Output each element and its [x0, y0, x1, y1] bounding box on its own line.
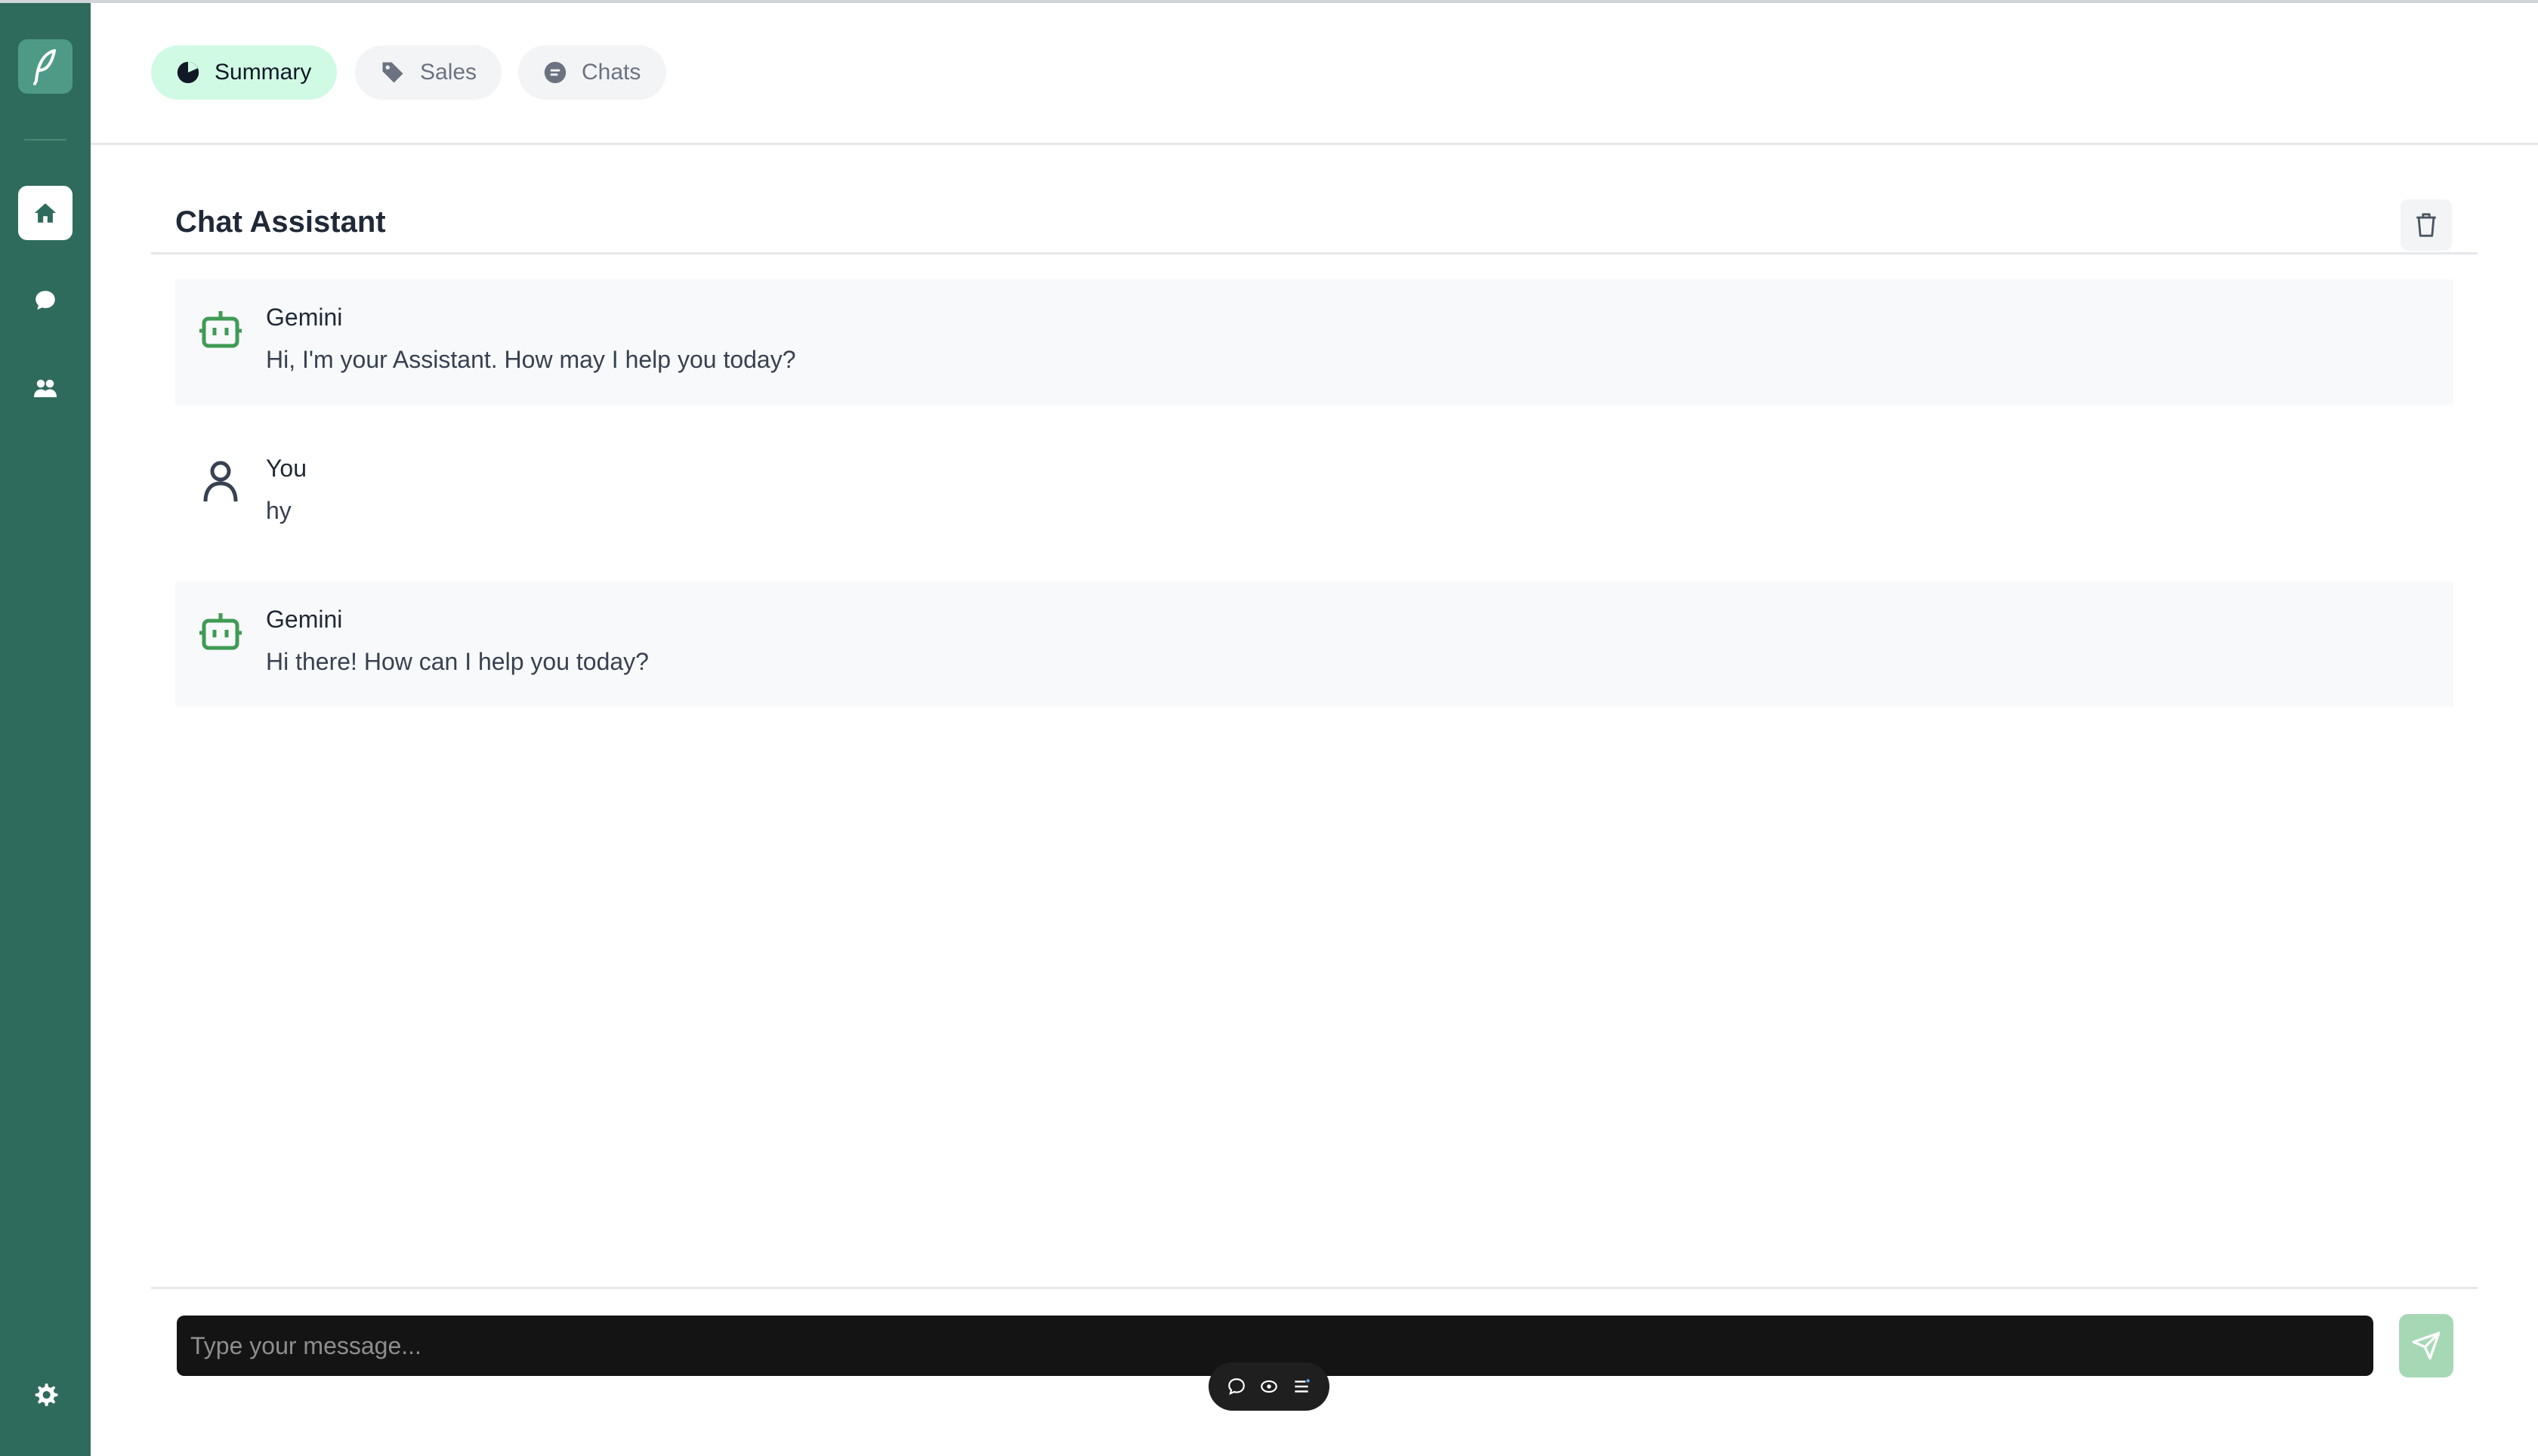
sidebar-item-users[interactable]: [18, 361, 73, 415]
sidebar-item-chat[interactable]: [18, 273, 73, 328]
tab-sales-label: Sales: [420, 60, 477, 85]
home-icon: [34, 203, 57, 223]
message-text: Hi, I'm your Assistant. How may I help y…: [266, 346, 796, 373]
bot-icon: [199, 311, 242, 348]
chat-message: Gemini Hi, I'm your Assistant. How may I…: [175, 279, 2453, 405]
message-sender: Gemini: [266, 304, 343, 331]
message-sender: Gemini: [266, 606, 343, 633]
chat-bubble-icon: [544, 61, 567, 84]
tab-summary-label: Summary: [215, 60, 312, 85]
composer-divider: [151, 1287, 2478, 1289]
chat-message: Gemini Hi there! How can I help you toda…: [175, 581, 2453, 707]
chat-panel-title: Chat Assistant: [175, 205, 386, 239]
user-icon: [203, 461, 238, 502]
message-text: hy: [266, 497, 292, 524]
sidebar-item-home[interactable]: [18, 186, 73, 240]
sidebar: [0, 3, 91, 1456]
list-icon[interactable]: [1289, 1374, 1314, 1399]
chat-bubble-icon: [36, 291, 55, 310]
send-button[interactable]: [2399, 1314, 2453, 1377]
bot-icon: [199, 613, 242, 650]
users-icon: [34, 379, 57, 397]
tab-chats[interactable]: Chats: [518, 45, 666, 100]
tab-summary[interactable]: Summary: [151, 45, 337, 100]
message-text: Hi there! How can I help you today?: [266, 648, 649, 675]
pie-chart-icon: [177, 61, 199, 84]
floating-toolbar: [1209, 1362, 1329, 1411]
settings-button[interactable]: [18, 1368, 73, 1423]
sidebar-divider: [24, 139, 66, 140]
message-sender: You: [266, 455, 307, 482]
send-icon: [2412, 1331, 2441, 1360]
header-tabs: Summary Sales Chats: [91, 3, 2538, 145]
gear-icon: [35, 1384, 58, 1406]
tag-icon: [382, 62, 403, 83]
eye-icon[interactable]: [1256, 1374, 1282, 1399]
panel-divider: [151, 252, 2478, 254]
tab-chats-label: Chats: [582, 60, 641, 85]
feather-logo-icon[interactable]: [18, 39, 73, 94]
clear-chat-button[interactable]: [2401, 199, 2452, 251]
comment-icon[interactable]: [1224, 1374, 1249, 1399]
chat-message: You hy: [175, 430, 2453, 556]
trash-icon: [2416, 213, 2436, 237]
tab-sales[interactable]: Sales: [355, 45, 502, 100]
